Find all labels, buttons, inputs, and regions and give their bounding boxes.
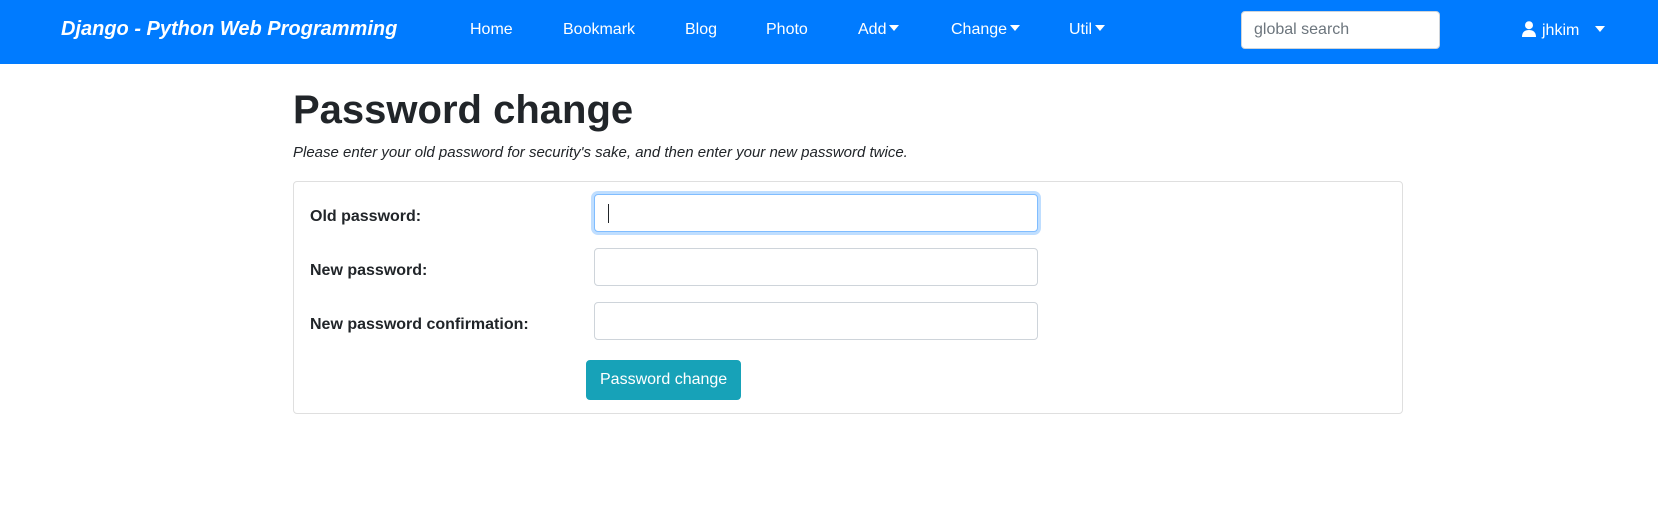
caret-down-icon [1010, 25, 1021, 31]
new-password-confirmation-field[interactable] [594, 302, 1038, 340]
main-content: Password change Please enter your old pa… [293, 86, 1403, 414]
password-change-button[interactable]: Password change [586, 360, 742, 400]
top-navbar: Django - Python Web Programming Home Boo… [0, 0, 1658, 64]
password-change-form: Old password: New password: New password… [293, 181, 1403, 414]
caret-down-icon [1095, 25, 1106, 31]
new-password-field[interactable] [594, 248, 1038, 286]
page-title: Password change [293, 88, 634, 132]
new-password-confirmation-label: New password confirmation: [310, 316, 529, 333]
nav-add-dropdown[interactable]: Add [858, 21, 900, 39]
user-menu-dropdown[interactable]: jhkim [1522, 21, 1606, 41]
username-label: jhkim [1542, 22, 1580, 39]
help-text: Please enter your old password for secur… [293, 144, 908, 161]
nav-change-dropdown[interactable]: Change [951, 21, 1021, 39]
nav-bookmark-link[interactable]: Bookmark [563, 21, 635, 39]
nav-add-label: Add [858, 21, 887, 38]
nav-util-label: Util [1069, 21, 1093, 38]
brand-link[interactable]: Django - Python Web Programming [61, 18, 397, 41]
nav-util-dropdown[interactable]: Util [1069, 21, 1106, 39]
nav-home-link[interactable]: Home [470, 21, 513, 39]
user-icon [1522, 21, 1536, 37]
nav-change-label: Change [951, 21, 1008, 38]
nav-blog-link[interactable]: Blog [685, 21, 717, 39]
caret-down-icon [889, 25, 900, 31]
caret-down-icon [1595, 26, 1606, 32]
old-password-field[interactable] [594, 194, 1038, 232]
old-password-label: Old password: [310, 208, 422, 225]
global-search-input[interactable] [1241, 11, 1440, 49]
nav-photo-link[interactable]: Photo [766, 21, 808, 39]
new-password-label: New password: [310, 262, 428, 279]
text-cursor [608, 204, 609, 223]
